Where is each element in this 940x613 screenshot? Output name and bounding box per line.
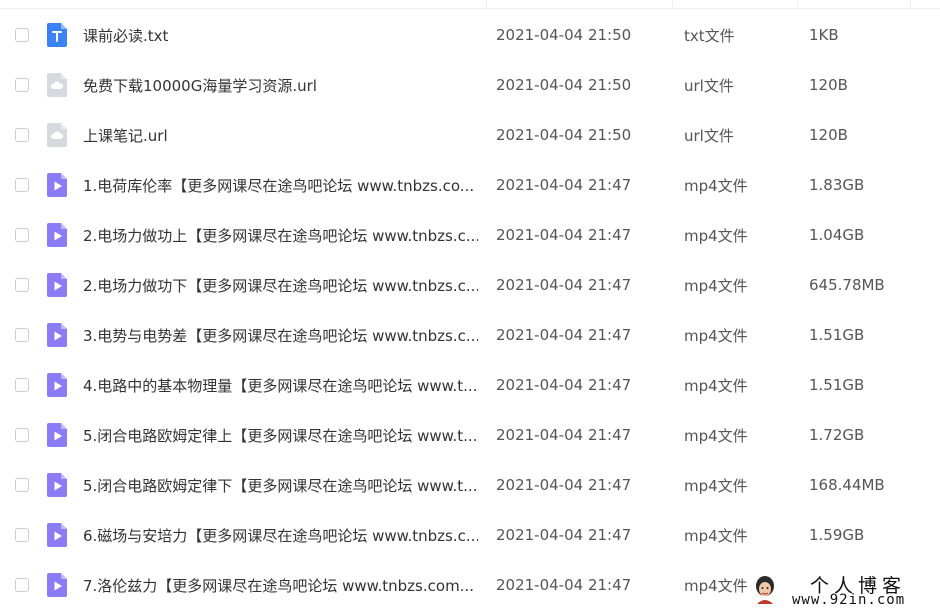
file-type: mp4文件 — [684, 376, 748, 395]
file-name[interactable]: 2.电场力做功上【更多网课尽在途鸟吧论坛 www.tnbzs.c... — [83, 225, 478, 246]
file-name[interactable]: 2.电场力做功下【更多网课尽在途鸟吧论坛 www.tnbzs.c... — [83, 275, 478, 296]
file-modified-date: 2021-04-04 21:47 — [496, 576, 632, 594]
file-size: 1.51GB — [809, 376, 865, 394]
file-row[interactable]: 课前必读.txt 2021-04-04 21:50 txt文件 1KB — [0, 10, 940, 60]
file-size: 1.51GB — [809, 326, 865, 344]
file-type: mp4文件 — [684, 476, 748, 495]
file-size: 645.78MB — [809, 276, 885, 294]
file-row[interactable]: 5.闭合电路欧姆定律下【更多网课尽在途鸟吧论坛 www.t... 2021-04-… — [0, 460, 940, 510]
file-size: 1.72GB — [809, 426, 865, 444]
file-row[interactable]: 4.电路中的基本物理量【更多网课尽在途鸟吧论坛 www.t... 2021-04-… — [0, 360, 940, 410]
file-size: 120B — [809, 76, 848, 94]
file-type: mp4文件 — [684, 176, 748, 195]
column-separator — [910, 0, 911, 8]
file-modified-date: 2021-04-04 21:47 — [496, 326, 632, 344]
file-row[interactable]: 5.闭合电路欧姆定律上【更多网课尽在途鸟吧论坛 www.t... 2021-04-… — [0, 410, 940, 460]
column-separator — [486, 0, 487, 8]
file-type: mp4文件 — [684, 226, 748, 245]
column-separator — [672, 0, 673, 8]
file-row[interactable]: 6.磁场与安培力【更多网课尽在途鸟吧论坛 www.tnbzs.c... 2021-… — [0, 510, 940, 560]
file-name[interactable]: 上课笔记.url — [83, 125, 478, 146]
txt-file-icon — [47, 23, 67, 47]
row-checkbox[interactable] — [15, 28, 29, 42]
file-type: mp4文件 — [684, 576, 748, 595]
video-file-icon — [47, 173, 67, 197]
row-checkbox[interactable] — [15, 328, 29, 342]
row-checkbox[interactable] — [15, 178, 29, 192]
file-row[interactable]: 免费下载10000G海量学习资源.url 2021-04-04 21:50 url文… — [0, 60, 940, 110]
file-modified-date: 2021-04-04 21:47 — [496, 426, 632, 444]
file-row[interactable]: 上课笔记.url 2021-04-04 21:50 url文件 120B — [0, 110, 940, 160]
row-checkbox[interactable] — [15, 528, 29, 542]
file-modified-date: 2021-04-04 21:50 — [496, 76, 632, 94]
file-type: url文件 — [684, 76, 734, 95]
file-name[interactable]: 1.电荷库伦率【更多网课尽在途鸟吧论坛 www.tnbzs.co... — [83, 175, 478, 196]
file-type: mp4文件 — [684, 326, 748, 345]
file-name[interactable]: 7.洛伦兹力【更多网课尽在途鸟吧论坛 www.tnbzs.com... — [83, 575, 478, 596]
file-modified-date: 2021-04-04 21:47 — [496, 226, 632, 244]
file-name[interactable]: 5.闭合电路欧姆定律上【更多网课尽在途鸟吧论坛 www.t... — [83, 425, 478, 446]
file-size: 1.83GB — [809, 176, 865, 194]
file-name[interactable]: 课前必读.txt — [83, 25, 478, 46]
file-name[interactable]: 3.电势与电势差【更多网课尽在途鸟吧论坛 www.tnbzs.c... — [83, 325, 478, 346]
video-file-icon — [47, 323, 67, 347]
file-size: 120B — [809, 126, 848, 144]
watermark-avatar-icon — [756, 576, 774, 604]
video-file-icon — [47, 523, 67, 547]
file-size: 168.44MB — [809, 476, 885, 494]
video-file-icon — [47, 423, 67, 447]
file-modified-date: 2021-04-04 21:47 — [496, 526, 632, 544]
file-row[interactable]: 2.电场力做功下【更多网课尽在途鸟吧论坛 www.tnbzs.c... 2021-… — [0, 260, 940, 310]
file-size: 1.59GB — [809, 526, 865, 544]
file-modified-date: 2021-04-04 21:47 — [496, 176, 632, 194]
file-name[interactable]: 6.磁场与安培力【更多网课尽在途鸟吧论坛 www.tnbzs.c... — [83, 525, 478, 546]
file-name[interactable]: 5.闭合电路欧姆定律下【更多网课尽在途鸟吧论坛 www.t... — [83, 475, 478, 496]
list-header-divider — [0, 0, 940, 9]
file-modified-date: 2021-04-04 21:50 — [496, 26, 632, 44]
file-modified-date: 2021-04-04 21:47 — [496, 376, 632, 394]
url-file-icon — [47, 73, 67, 97]
video-file-icon — [47, 223, 67, 247]
row-checkbox[interactable] — [15, 78, 29, 92]
url-file-icon — [47, 123, 67, 147]
file-name[interactable]: 4.电路中的基本物理量【更多网课尽在途鸟吧论坛 www.t... — [83, 375, 478, 396]
row-checkbox[interactable] — [15, 378, 29, 392]
column-separator — [797, 0, 798, 8]
watermark-url: www.92in.com — [792, 592, 906, 608]
file-row[interactable]: 3.电势与电势差【更多网课尽在途鸟吧论坛 www.tnbzs.c... 2021-… — [0, 310, 940, 360]
file-size: 1.04GB — [809, 226, 865, 244]
file-row[interactable]: 2.电场力做功上【更多网课尽在途鸟吧论坛 www.tnbzs.c... 2021-… — [0, 210, 940, 260]
video-file-icon — [47, 373, 67, 397]
row-checkbox[interactable] — [15, 278, 29, 292]
file-modified-date: 2021-04-04 21:50 — [496, 126, 632, 144]
video-file-icon — [47, 573, 67, 597]
file-row[interactable]: 1.电荷库伦率【更多网课尽在途鸟吧论坛 www.tnbzs.co... 2021-… — [0, 160, 940, 210]
video-file-icon — [47, 473, 67, 497]
video-file-icon — [47, 273, 67, 297]
row-checkbox[interactable] — [15, 128, 29, 142]
file-type: txt文件 — [684, 26, 735, 45]
row-checkbox[interactable] — [15, 228, 29, 242]
row-checkbox[interactable] — [15, 428, 29, 442]
row-checkbox[interactable] — [15, 478, 29, 492]
file-type: mp4文件 — [684, 526, 748, 545]
file-type: mp4文件 — [684, 276, 748, 295]
row-checkbox[interactable] — [15, 578, 29, 592]
file-size: 1KB — [809, 26, 839, 44]
file-type: mp4文件 — [684, 426, 748, 445]
file-type: url文件 — [684, 126, 734, 145]
file-name[interactable]: 免费下载10000G海量学习资源.url — [83, 75, 478, 96]
file-modified-date: 2021-04-04 21:47 — [496, 476, 632, 494]
file-modified-date: 2021-04-04 21:47 — [496, 276, 632, 294]
